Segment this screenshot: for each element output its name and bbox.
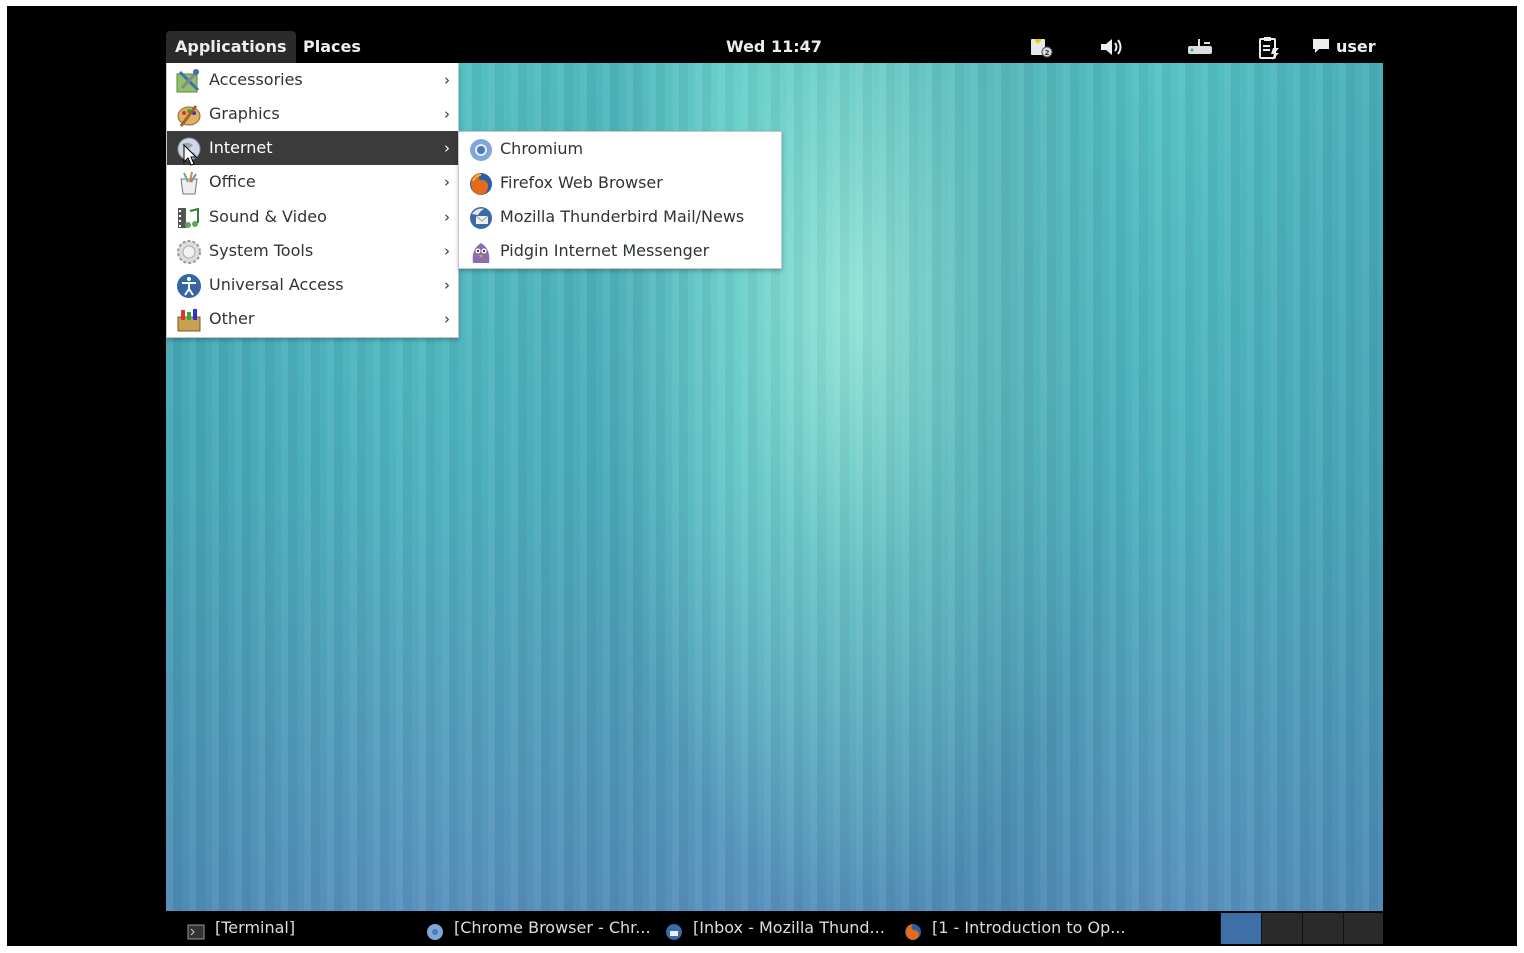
mouse-pointer-icon (183, 144, 197, 166)
workspace-1[interactable] (1220, 913, 1261, 944)
network-icon[interactable] (1186, 35, 1212, 59)
firefox-icon (468, 171, 494, 197)
menu-item-firefox[interactable]: Firefox Web Browser (459, 166, 781, 200)
thunderbird-icon (665, 919, 683, 940)
menu-item-pidgin[interactable]: Pidgin Internet Messenger (459, 234, 781, 268)
menu-item-chromium[interactable]: Chromium (459, 132, 781, 166)
svg-text:2: 2 (1045, 49, 1050, 57)
bottom-panel: [Terminal] [Chrome Browser - Chr... [Inb… (166, 911, 1383, 944)
menu-item-label: Sound & Video (209, 207, 327, 226)
chevron-right-icon: › (444, 173, 450, 191)
firefox-icon (904, 919, 922, 940)
menu-item-universal-access[interactable]: Universal Access › (167, 268, 458, 302)
clipboard-icon[interactable] (1256, 35, 1282, 60)
taskbar-item-label: [Chrome Browser - Chr... (454, 918, 651, 937)
chevron-right-icon: › (444, 71, 450, 89)
workspace-3[interactable] (1302, 913, 1343, 944)
internet-submenu: Chromium Firefox Web Browser Mozilla Thu… (458, 131, 782, 269)
menu-item-label: Graphics (209, 104, 280, 123)
other-icon (176, 307, 202, 333)
chevron-right-icon: › (444, 276, 450, 294)
graphics-icon (176, 102, 202, 128)
chevron-right-icon: › (444, 105, 450, 123)
top-panel: Applications Places Wed 11:47 2 user (166, 31, 1383, 63)
menu-item-sound-video[interactable]: Sound & Video › (167, 200, 458, 234)
taskbar-item-label: [Inbox - Mozilla Thund... (693, 918, 885, 937)
menu-item-label: Firefox Web Browser (500, 173, 663, 192)
menu-item-label: Pidgin Internet Messenger (500, 241, 710, 260)
pidgin-icon (468, 239, 494, 265)
screen-frame: Applications Places Wed 11:47 2 user Acc… (7, 6, 1517, 946)
chromium-icon (426, 919, 444, 940)
volume-icon[interactable] (1098, 35, 1124, 59)
notification-icon[interactable]: 2 (1028, 35, 1054, 59)
menu-item-graphics[interactable]: Graphics › (167, 97, 458, 131)
menu-item-label: Office (209, 172, 256, 191)
taskbar-item-label: [Terminal] (215, 918, 296, 937)
sound-video-icon (176, 205, 202, 231)
menu-item-label: Accessories (209, 70, 303, 89)
workspace-4[interactable] (1343, 913, 1383, 944)
menu-item-thunderbird[interactable]: Mozilla Thunderbird Mail/News (459, 200, 781, 234)
chat-bubble-icon (1313, 39, 1329, 53)
workspace-switcher (1220, 913, 1383, 944)
chevron-right-icon: › (444, 139, 450, 157)
universal-access-icon (176, 273, 202, 299)
thunderbird-icon (468, 205, 494, 231)
menu-item-accessories[interactable]: Accessories › (167, 63, 458, 97)
workspace-2[interactable] (1261, 913, 1302, 944)
taskbar-item-label: [1 - Introduction to Op... (932, 918, 1126, 937)
places-menu-button[interactable]: Places (294, 31, 370, 63)
menu-item-label: Chromium (500, 139, 584, 158)
chevron-right-icon: › (444, 208, 450, 226)
chromium-icon (468, 137, 494, 163)
terminal-icon (187, 919, 205, 940)
menu-item-system-tools[interactable]: System Tools › (167, 234, 458, 268)
applications-menu-button[interactable]: Applications (166, 31, 296, 63)
menu-item-label: Other (209, 309, 255, 328)
menu-item-label: Internet (209, 138, 273, 157)
menu-item-label: System Tools (209, 241, 314, 260)
applications-dropdown: Accessories › Graphics › Internet › Offi… (166, 63, 459, 338)
menu-item-office[interactable]: Office › (167, 165, 458, 199)
menu-item-label: Mozilla Thunderbird Mail/News (500, 207, 745, 226)
chevron-right-icon: › (444, 242, 450, 260)
user-menu[interactable]: user (1312, 31, 1376, 63)
system-tools-icon (176, 239, 202, 265)
menu-item-other[interactable]: Other › (167, 302, 458, 336)
desktop-screen: Applications Places Wed 11:47 2 user Acc… (166, 31, 1383, 944)
user-label: user (1336, 37, 1376, 56)
menu-item-label: Universal Access (209, 275, 344, 294)
clock[interactable]: Wed 11:47 (726, 31, 822, 63)
chevron-right-icon: › (444, 310, 450, 328)
office-icon (176, 170, 202, 196)
menu-item-internet[interactable]: Internet › (167, 131, 458, 165)
accessories-icon (176, 68, 202, 94)
